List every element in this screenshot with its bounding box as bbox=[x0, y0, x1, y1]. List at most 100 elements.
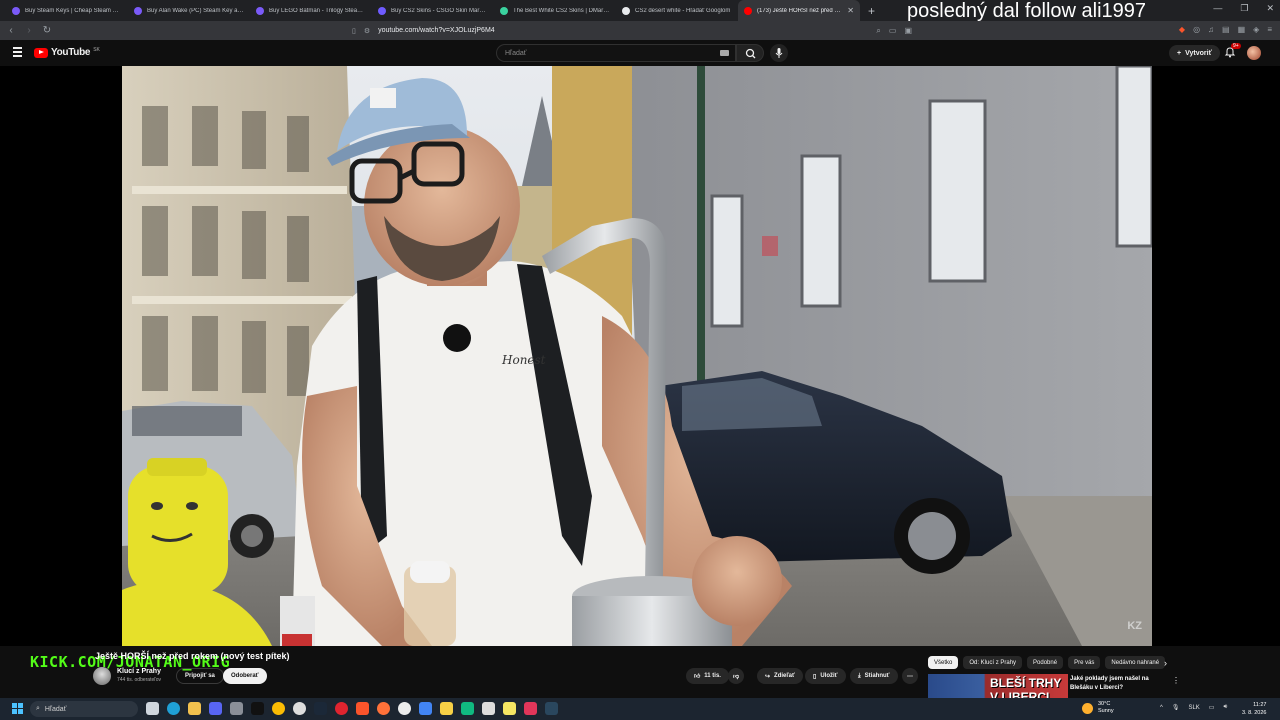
windows-start-icon[interactable] bbox=[12, 703, 23, 714]
app-icon[interactable] bbox=[461, 702, 474, 715]
recommendation-filter-chips: Všetko Od: Klucí z Prahy Podobné Pre vás… bbox=[928, 656, 1166, 669]
edge-icon[interactable] bbox=[167, 702, 180, 715]
screenshot-icon[interactable]: ▣ bbox=[904, 26, 912, 36]
voice-search-button[interactable] bbox=[770, 44, 788, 62]
firefox-icon[interactable] bbox=[377, 702, 390, 715]
app-icon[interactable] bbox=[230, 702, 243, 715]
chevron-right-icon[interactable]: › bbox=[1164, 658, 1167, 668]
svg-text:Honest: Honest bbox=[501, 353, 546, 367]
tab-favicon bbox=[256, 6, 264, 15]
subscribe-button[interactable]: Odoberať bbox=[223, 668, 267, 684]
network-icon[interactable]: ▭ bbox=[1209, 704, 1215, 711]
microphone-icon[interactable]: 🎙︎ bbox=[1172, 704, 1180, 711]
dislike-button[interactable]: 👎︎ bbox=[728, 668, 745, 684]
new-tab-button[interactable]: + bbox=[860, 4, 883, 18]
recommended-video-title[interactable]: Jaké poklady jsem našel na Blešáku v Lib… bbox=[1070, 675, 1165, 693]
reload-icon[interactable]: ↻ bbox=[40, 25, 54, 36]
chip-all[interactable]: Všetko bbox=[928, 656, 959, 669]
chip-similar[interactable]: Podobné bbox=[1027, 656, 1064, 669]
brave-icon[interactable] bbox=[356, 702, 369, 715]
windows-taskbar: ⌕ Hľadať 30°C Sunny ^ 🎙︎ SLK ▭ 🔊︎ 11:27 … bbox=[0, 698, 1280, 720]
task-view-icon[interactable] bbox=[146, 702, 159, 715]
browser-tab[interactable]: Buy Steam Keys | Cheap Steam Games bbox=[6, 0, 128, 21]
opera-icon[interactable] bbox=[335, 702, 348, 715]
app-icon[interactable] bbox=[524, 702, 537, 715]
chrome-icon[interactable] bbox=[272, 702, 285, 715]
menu-icon[interactable]: ≡ bbox=[1267, 25, 1272, 34]
chip-from-channel[interactable]: Od: Klucí z Prahy bbox=[963, 656, 1023, 669]
browser-tab[interactable]: CS2 desert white - Hľadať Googlom bbox=[616, 0, 738, 21]
maximize-icon[interactable]: ❐ bbox=[1240, 3, 1248, 14]
chatgpt-icon[interactable] bbox=[398, 702, 411, 715]
minimize-icon[interactable]: — bbox=[1213, 3, 1222, 14]
youtube-logo[interactable]: YouTube SK bbox=[34, 47, 100, 58]
app-icon[interactable] bbox=[419, 702, 432, 715]
zoom-icon[interactable]: ⌕ bbox=[876, 26, 880, 36]
join-button[interactable]: Pripojiť sa bbox=[176, 668, 224, 684]
chip-recently-uploaded[interactable]: Nedávno nahrané bbox=[1105, 656, 1166, 669]
create-button[interactable]: + Vytvoriť bbox=[1169, 45, 1220, 61]
close-window-icon[interactable]: ✕ bbox=[1266, 3, 1274, 14]
channel-avatar[interactable] bbox=[93, 667, 111, 685]
brave-shield-icon[interactable]: ◆ bbox=[1179, 25, 1185, 34]
url-text[interactable]: youtube.com/watch?v=XJOLuzjP6M4 bbox=[378, 27, 495, 34]
search-icon: ⌕ bbox=[36, 705, 40, 712]
steam-icon[interactable] bbox=[314, 702, 327, 715]
language-indicator[interactable]: SLK bbox=[1188, 705, 1199, 711]
bookmark-add-icon: ▯ bbox=[813, 673, 817, 680]
save-button[interactable]: ▯ Uložiť bbox=[805, 668, 846, 684]
browser-tab[interactable]: Buy LEGO Batman - Trilogy Steam key bbox=[250, 0, 372, 21]
wallet-icon[interactable]: ▦ bbox=[1238, 25, 1246, 34]
like-button[interactable]: 👍︎ 11 tis. bbox=[686, 668, 729, 684]
recommended-video-thumbnail[interactable]: BLEŠÍ TRHY V LIBERCI bbox=[928, 674, 1068, 698]
browser-tab-active[interactable]: (173) Ještě HORŠÍ než před rokem ✕ bbox=[738, 0, 860, 21]
tab-favicon bbox=[378, 6, 386, 15]
browser-tab[interactable]: The Best White CS2 Skins | DMarket bbox=[494, 0, 616, 21]
more-vertical-icon[interactable]: ⋮ bbox=[1172, 676, 1180, 685]
close-tab-icon[interactable]: ✕ bbox=[847, 6, 854, 15]
browser-tab[interactable]: Buy CS2 Skins - CSGO Skin Marketplace bbox=[372, 0, 494, 21]
share-button[interactable]: ↪ Zdieľať bbox=[757, 668, 803, 684]
cast-icon[interactable]: ▭ bbox=[889, 26, 897, 36]
obs-icon[interactable] bbox=[293, 702, 306, 715]
download-button[interactable]: ⤓ Stiahnuť bbox=[850, 668, 898, 684]
app-icon[interactable] bbox=[482, 702, 495, 715]
thumbs-down-icon: 👎︎ bbox=[733, 674, 740, 680]
address-bar[interactable]: ▯ ⚙ youtube.com/watch?v=XJOLuzjP6M4 ⌕ ▭ … bbox=[352, 23, 912, 38]
more-actions-button[interactable]: ⋯ bbox=[902, 668, 918, 684]
steam-icon[interactable] bbox=[545, 702, 558, 715]
clock[interactable]: 11:27 3. 8. 2026 bbox=[1242, 701, 1266, 717]
search-icon bbox=[745, 48, 756, 59]
channel-name[interactable]: Klucí z Prahy bbox=[117, 668, 161, 675]
app-icon[interactable] bbox=[503, 702, 516, 715]
music-icon[interactable]: ♫ bbox=[1208, 25, 1214, 34]
hamburger-menu-icon[interactable] bbox=[13, 47, 22, 59]
volume-icon[interactable]: 🔊︎ bbox=[1223, 704, 1227, 711]
video-title: Ještě HORŠÍ než před rokem (nový test pí… bbox=[95, 651, 290, 661]
sun-icon bbox=[1082, 702, 1093, 714]
account-avatar[interactable] bbox=[1247, 46, 1261, 60]
video-frame[interactable]: Honest KZ bbox=[122, 66, 1152, 646]
keyboard-icon[interactable] bbox=[720, 50, 729, 56]
discord-icon[interactable] bbox=[209, 702, 222, 715]
search-button[interactable] bbox=[736, 44, 764, 62]
bookmark-icon[interactable]: ▯ bbox=[352, 27, 356, 35]
sidebar-icon[interactable]: ▤ bbox=[1222, 25, 1230, 34]
channel-watermark[interactable]: KZ bbox=[1127, 620, 1142, 632]
browser-tab[interactable]: Buy Alan Wake (PC) Steam Key at a discou… bbox=[128, 0, 250, 21]
chip-for-you[interactable]: Pre vás bbox=[1068, 656, 1101, 669]
extension-icon[interactable]: ◎ bbox=[1193, 25, 1200, 34]
video-player[interactable]: Honest KZ bbox=[0, 66, 1280, 646]
forward-icon[interactable]: › bbox=[22, 25, 36, 36]
taskbar-search[interactable]: ⌕ Hľadať bbox=[30, 701, 138, 717]
weather-widget[interactable]: 30°C Sunny bbox=[1082, 701, 1114, 715]
notes-app-icon[interactable] bbox=[440, 702, 453, 715]
show-hidden-icons-icon[interactable]: ^ bbox=[1160, 705, 1163, 711]
back-icon[interactable]: ‹ bbox=[4, 25, 18, 36]
search-input[interactable]: Hľadať bbox=[496, 44, 736, 62]
site-info-icon[interactable]: ⚙ bbox=[364, 27, 370, 35]
vpn-icon[interactable]: ◈ bbox=[1253, 25, 1259, 34]
file-explorer-icon[interactable] bbox=[188, 702, 201, 715]
tiktok-icon[interactable] bbox=[251, 702, 264, 715]
weather-description: Sunny bbox=[1098, 708, 1114, 714]
